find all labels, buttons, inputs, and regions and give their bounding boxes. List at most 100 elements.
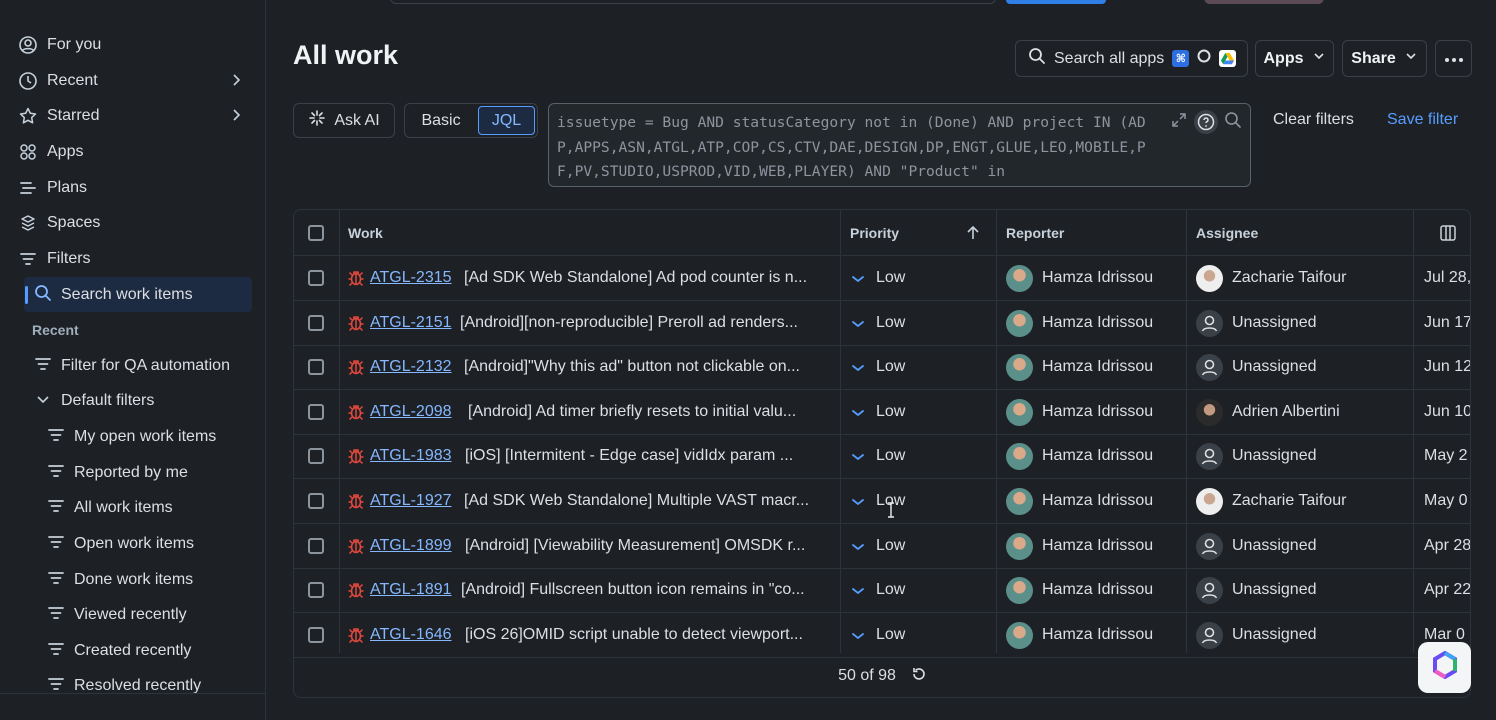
jql-mode-button[interactable]: JQL <box>478 106 535 135</box>
search-icon[interactable] <box>1224 111 1242 134</box>
reporter-name[interactable]: Hamza Idrissou <box>1042 269 1153 287</box>
chevron-right-icon[interactable] <box>228 107 244 123</box>
sidebar-item-spaces[interactable]: Spaces <box>18 208 100 238</box>
search-all-apps-button[interactable]: Search all apps ⌘ <box>1015 40 1248 77</box>
reporter-name[interactable]: Hamza Idrissou <box>1042 447 1153 465</box>
column-header-priority[interactable]: Priority <box>850 225 899 241</box>
assignee-avatar[interactable] <box>1196 532 1223 560</box>
issue-summary[interactable]: [Ad SDK Web Standalone] Multiple VAST ma… <box>464 492 809 510</box>
top-create-button-edge[interactable] <box>1006 0 1106 4</box>
assignee-avatar[interactable] <box>1196 309 1223 337</box>
assignee-name[interactable]: Unassigned <box>1232 314 1317 332</box>
reporter-avatar[interactable] <box>1006 398 1033 426</box>
row-checkbox[interactable] <box>308 626 324 643</box>
priority-value[interactable]: Low <box>876 447 905 465</box>
issue-key-link[interactable]: ATGL-1927 <box>370 492 452 510</box>
row-checkbox[interactable] <box>308 582 324 599</box>
apps-dropdown-button[interactable]: Apps <box>1255 40 1334 77</box>
sidebar-item-plans[interactable]: Plans <box>18 173 87 203</box>
reporter-avatar[interactable] <box>1006 443 1033 471</box>
assignee-avatar[interactable] <box>1196 265 1223 292</box>
issue-key-link[interactable]: ATGL-2151 <box>370 314 452 332</box>
select-all-checkbox[interactable] <box>308 225 324 241</box>
clear-filters-button[interactable]: Clear filters <box>1273 111 1354 129</box>
issue-key-link[interactable]: ATGL-2132 <box>370 358 452 376</box>
table-row[interactable]: ATGL-1646 [iOS 26]OMID script unable to d… <box>294 613 1470 658</box>
chevron-right-icon[interactable] <box>228 72 244 88</box>
chevron-down-icon[interactable] <box>34 390 52 413</box>
reporter-avatar[interactable] <box>1006 309 1033 337</box>
issue-summary[interactable]: [iOS] [Intermitent - Edge case] vidIdx p… <box>465 447 793 465</box>
column-picker-icon[interactable] <box>1439 224 1457 242</box>
sidebar-recent-filter[interactable]: Filter for QA automation <box>34 351 230 381</box>
row-checkbox[interactable] <box>308 493 324 509</box>
assignee-name[interactable]: Unassigned <box>1232 626 1317 644</box>
assignee-name[interactable]: Zacharie Taifour <box>1232 492 1346 510</box>
reporter-name[interactable]: Hamza Idrissou <box>1042 358 1153 376</box>
table-row[interactable]: ATGL-2132 [Android]"Why this ad" button n… <box>294 345 1470 391</box>
issue-summary[interactable]: [Ad SDK Web Standalone] Ad pod counter i… <box>464 269 807 287</box>
column-header-assignee[interactable]: Assignee <box>1196 225 1258 241</box>
row-checkbox[interactable] <box>308 448 324 465</box>
issue-key-link[interactable]: ATGL-1983 <box>370 447 452 465</box>
sidebar-filter-all-work[interactable]: All work items <box>47 493 173 523</box>
sidebar-filter-viewed-recently[interactable]: Viewed recently <box>47 600 187 630</box>
jql-query-input[interactable]: issuetype = Bug AND statusCategory not i… <box>548 103 1251 187</box>
issue-key-link[interactable]: ATGL-1891 <box>370 581 452 599</box>
sidebar-item-search-work-items-label[interactable]: Search work items <box>34 280 193 310</box>
issue-summary[interactable]: [Android] [Viewability Measurement] OMSD… <box>465 537 805 555</box>
column-header-reporter[interactable]: Reporter <box>1006 225 1064 241</box>
sidebar-item-filters[interactable]: Filters <box>18 244 91 274</box>
refresh-icon[interactable] <box>910 665 928 688</box>
reporter-name[interactable]: Hamza Idrissou <box>1042 581 1153 599</box>
issue-key-link[interactable]: ATGL-1646 <box>370 626 452 644</box>
table-row[interactable]: ATGL-2151 [Android][non-reproducible] Pre… <box>294 301 1470 346</box>
basic-mode-button[interactable]: Basic <box>405 104 477 137</box>
reporter-avatar[interactable] <box>1006 621 1033 649</box>
assignee-name[interactable]: Unassigned <box>1232 537 1317 555</box>
priority-value[interactable]: Low <box>876 314 905 332</box>
table-row[interactable]: ATGL-2315 [Ad SDK Web Standalone] Ad pod … <box>294 256 1470 301</box>
table-row[interactable]: ATGL-1927 [Ad SDK Web Standalone] Multipl… <box>294 479 1470 524</box>
reporter-avatar[interactable] <box>1006 354 1033 382</box>
priority-value[interactable]: Low <box>876 358 905 376</box>
top-search-edge[interactable] <box>390 0 996 4</box>
sidebar-filter-created-recently[interactable]: Created recently <box>47 636 191 666</box>
issue-summary[interactable]: [Android]"Why this ad" button not clicka… <box>464 358 800 376</box>
priority-value[interactable]: Low <box>876 269 905 287</box>
priority-value[interactable]: Low <box>876 626 905 644</box>
ask-ai-button[interactable]: Ask AI <box>293 103 395 138</box>
reporter-avatar[interactable] <box>1006 488 1033 515</box>
row-checkbox[interactable] <box>308 270 324 286</box>
column-header-work[interactable]: Work <box>348 225 383 241</box>
expand-icon[interactable] <box>1170 111 1188 134</box>
table-row[interactable]: ATGL-1983 [iOS] [Intermitent - Edge case]… <box>294 434 1470 480</box>
sidebar-filter-resolved-recently[interactable]: Resolved recently <box>47 671 201 701</box>
sidebar-filter-my-open[interactable]: My open work items <box>47 422 216 452</box>
priority-value[interactable]: Low <box>876 581 905 599</box>
sort-ascending-icon[interactable] <box>966 225 980 241</box>
sidebar-item-recent[interactable]: Recent <box>18 66 248 96</box>
sidebar-filter-open-work[interactable]: Open work items <box>47 529 194 559</box>
row-checkbox[interactable] <box>308 537 324 554</box>
sidebar-item-for-you[interactable]: For you <box>18 30 101 60</box>
issue-summary[interactable]: [Android][non-reproducible] Preroll ad r… <box>460 314 798 332</box>
priority-value[interactable]: Low <box>876 537 905 555</box>
assignee-name[interactable]: Zacharie Taifour <box>1232 269 1346 287</box>
issue-key-link[interactable]: ATGL-2098 <box>370 403 452 421</box>
assignee-avatar[interactable] <box>1196 443 1223 471</box>
sidebar-default-filters-toggle[interactable]: Default filters <box>34 386 154 416</box>
assignee-name[interactable]: Unassigned <box>1232 358 1317 376</box>
reporter-name[interactable]: Hamza Idrissou <box>1042 403 1153 421</box>
row-checkbox[interactable] <box>308 314 324 331</box>
sidebar-item-apps[interactable]: Apps <box>18 137 83 167</box>
reporter-avatar[interactable] <box>1006 577 1033 605</box>
sidebar-filter-done-work[interactable]: Done work items <box>47 565 193 595</box>
help-icon[interactable] <box>1194 110 1218 134</box>
priority-value[interactable]: Low <box>876 403 905 421</box>
table-row[interactable]: ATGL-1899 [Android] [Viewability Measurem… <box>294 524 1470 569</box>
reporter-avatar[interactable] <box>1006 532 1033 560</box>
row-checkbox[interactable] <box>308 359 324 376</box>
issue-summary[interactable]: [iOS 26]OMID script unable to detect vie… <box>465 626 803 644</box>
top-profile-edge[interactable] <box>1204 0 1324 4</box>
